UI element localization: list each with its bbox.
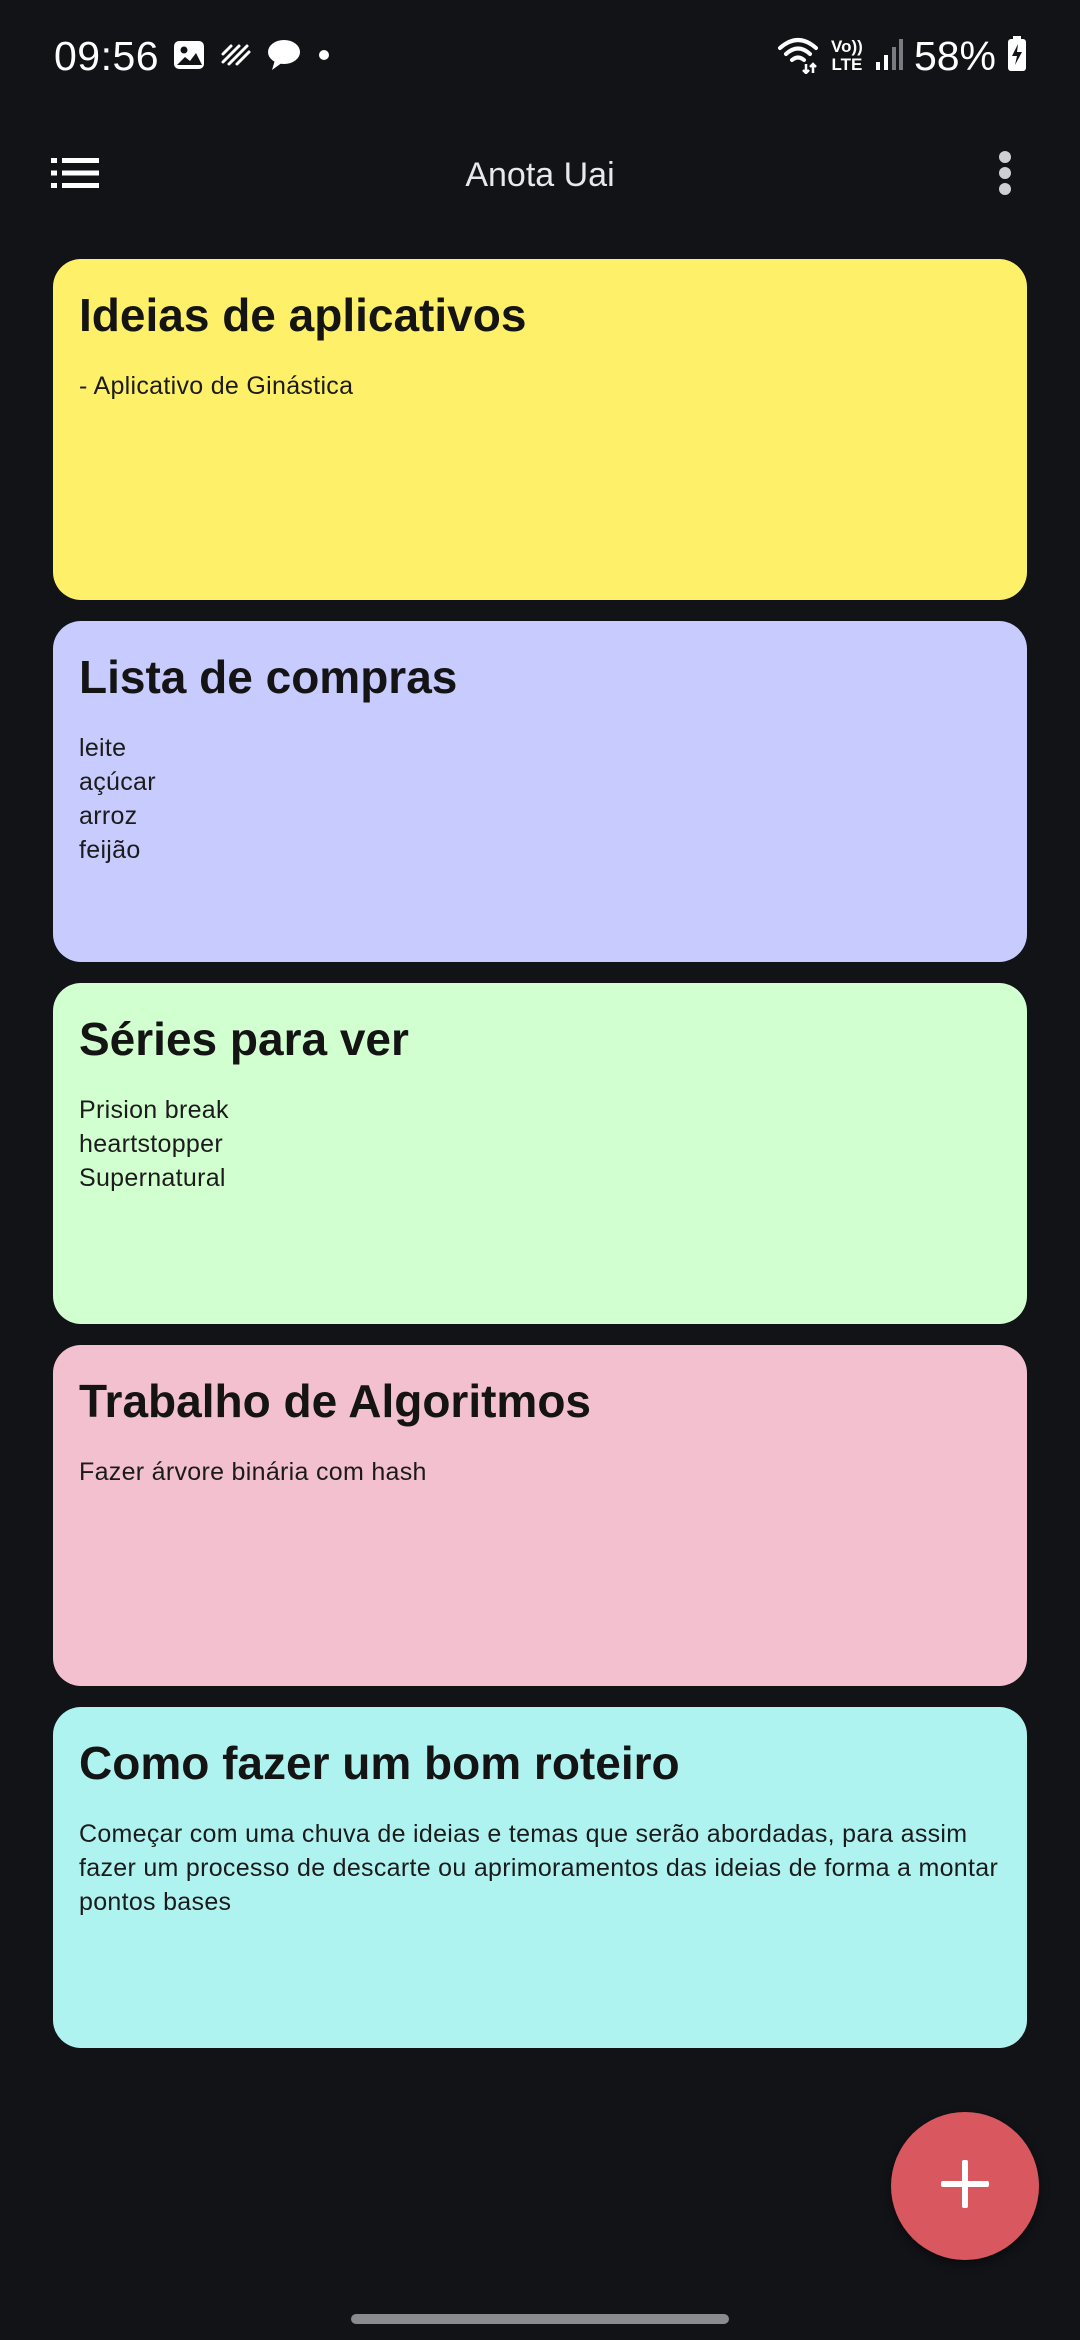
notification-icons xyxy=(172,38,333,77)
system-status: Vo)) LTE 58% xyxy=(776,30,1028,82)
note-card[interactable]: Trabalho de Algoritmos Fazer árvore biná… xyxy=(53,1345,1027,1686)
battery-percentage: 58% xyxy=(913,33,996,79)
plus-icon xyxy=(939,2158,991,2215)
note-title: Como fazer um bom roteiro xyxy=(79,1737,680,1789)
note-body: Prision break heartstopper Supernatural xyxy=(79,1096,229,1192)
note-body: leite açúcar arroz feijão xyxy=(79,734,156,864)
battery-charging-icon xyxy=(1006,35,1028,78)
note-card[interactable]: Séries para ver Prision break heartstopp… xyxy=(53,983,1027,1324)
note-title: Trabalho de Algoritmos xyxy=(79,1375,592,1427)
status-bar: 09:56 Vo)) LTE 58% xyxy=(0,0,1080,112)
note-title: Lista de compras xyxy=(79,651,458,703)
dot-icon xyxy=(315,38,333,77)
more-options-button[interactable] xyxy=(968,138,1042,212)
screen: 09:56 Vo)) LTE 58% Anota Uai Ideias de a… xyxy=(0,0,1080,2340)
note-card[interactable]: Ideias de aplicativos - Aplicativo de Gi… xyxy=(53,259,1027,600)
note-card[interactable]: Lista de compras leite açúcar arroz feij… xyxy=(53,621,1027,962)
signal-icon xyxy=(874,36,904,77)
app-title: Anota Uai xyxy=(465,156,615,194)
note-body: Começar com uma chuva de ideias e temas … xyxy=(79,1820,999,1916)
note-body: - Aplicativo de Ginástica xyxy=(79,372,354,400)
lte-label: LTE xyxy=(831,55,863,74)
note-title: Séries para ver xyxy=(79,1013,409,1065)
chat-bubble-icon xyxy=(266,38,302,77)
wifi-icon xyxy=(776,34,820,79)
note-body: Fazer árvore binária com hash xyxy=(79,1458,427,1486)
volte-label: Vo)) xyxy=(831,37,863,56)
volte-indicator: Vo)) LTE xyxy=(830,38,864,74)
activity-icon xyxy=(219,38,253,77)
note-title: Ideias de aplicativos xyxy=(79,289,527,341)
note-card[interactable]: Como fazer um bom roteiro Começar com um… xyxy=(53,1707,1027,2048)
app-bar: Anota Uai xyxy=(0,112,1080,238)
more-vert-icon xyxy=(998,150,1012,201)
status-time: 09:56 xyxy=(54,33,160,79)
gesture-navigation-bar[interactable] xyxy=(351,2314,729,2324)
image-icon xyxy=(172,38,206,77)
add-note-button[interactable] xyxy=(891,2112,1039,2260)
notes-list: Ideias de aplicativos - Aplicativo de Gi… xyxy=(53,259,1027,2069)
